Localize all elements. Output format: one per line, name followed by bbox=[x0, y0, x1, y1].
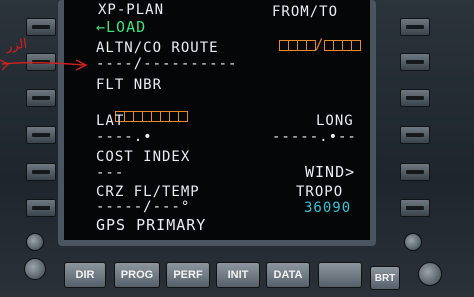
lsk-5r[interactable] bbox=[400, 163, 430, 181]
lsk-1r[interactable] bbox=[400, 18, 430, 36]
flt-nbr-boxes bbox=[114, 108, 188, 124]
lsk-5l[interactable] bbox=[26, 163, 56, 181]
load-prompt[interactable]: ←LOAD bbox=[96, 19, 146, 35]
long-label: LONG bbox=[316, 113, 354, 129]
annotation-arrow-tail bbox=[0, 59, 10, 71]
tropo-value[interactable]: 36090 bbox=[304, 200, 351, 216]
lsk-3r[interactable] bbox=[400, 89, 430, 107]
brightness-knob-right[interactable] bbox=[418, 262, 442, 286]
dir-key[interactable]: DIR bbox=[64, 262, 106, 288]
crz-fl-temp-label: CRZ FL/TEMP bbox=[96, 184, 200, 200]
perf-key[interactable]: PERF bbox=[166, 262, 210, 288]
from-to-label: FROM/TO bbox=[272, 4, 339, 20]
cost-index-value[interactable]: --- bbox=[96, 165, 124, 181]
from-to-field[interactable]: / bbox=[260, 21, 362, 53]
right-screw bbox=[404, 233, 422, 251]
scratchpad: GPS PRIMARY bbox=[96, 216, 207, 234]
lsk-4l[interactable] bbox=[26, 126, 56, 144]
brt-key[interactable]: BRT bbox=[370, 266, 400, 290]
lsk-6r[interactable] bbox=[400, 199, 430, 217]
flt-nbr-label: FLT NBR bbox=[96, 77, 163, 93]
left-screw bbox=[26, 233, 44, 251]
handwritten-annotation: الزر bbox=[5, 36, 28, 55]
altn-co-route-label: ALTN/CO ROUTE bbox=[96, 40, 219, 56]
lsk-6l[interactable] bbox=[26, 199, 56, 217]
prog-key[interactable]: PROG bbox=[114, 262, 160, 288]
init-key[interactable]: INIT bbox=[216, 262, 260, 288]
blank-key[interactable] bbox=[318, 262, 362, 288]
data-key[interactable]: DATA bbox=[266, 262, 310, 288]
lsk-4r[interactable] bbox=[400, 126, 430, 144]
page-title: XP-PLAN bbox=[98, 2, 165, 18]
crz-fl-temp-value[interactable]: -----/---° bbox=[96, 199, 190, 215]
annotation-arrow-line bbox=[1, 62, 85, 66]
lat-value[interactable]: ----.• bbox=[96, 129, 153, 145]
cost-index-label: COST INDEX bbox=[96, 149, 191, 165]
tropo-label: TROPO bbox=[296, 184, 344, 200]
to-boxes bbox=[324, 37, 362, 53]
brightness-knob-left[interactable] bbox=[24, 258, 46, 280]
from-to-slash: / bbox=[314, 37, 325, 53]
from-boxes bbox=[278, 37, 316, 53]
long-value[interactable]: -----.•-- bbox=[272, 129, 357, 145]
wind-prompt[interactable]: WIND> bbox=[305, 164, 355, 180]
lat-label: LAT bbox=[96, 113, 125, 129]
altn-co-route-value[interactable]: ----/---------- bbox=[96, 56, 237, 72]
lsk-2r[interactable] bbox=[400, 53, 430, 71]
